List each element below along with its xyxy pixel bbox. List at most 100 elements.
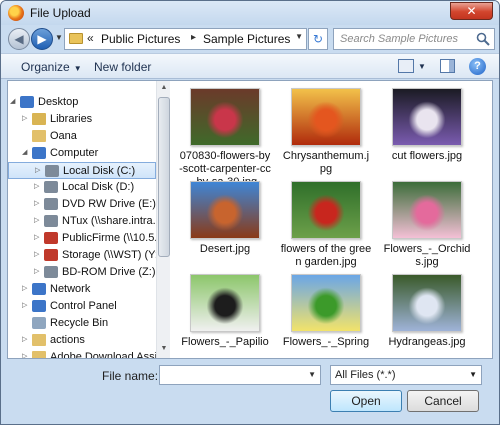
expand-arrow-icon[interactable]: ▷	[34, 233, 39, 241]
address-dropdown-icon[interactable]: ▼	[295, 32, 303, 41]
file-tile[interactable]: Hydrangeas.jpg	[381, 274, 473, 358]
file-tile[interactable]: Flowers_-_Papilio	[179, 274, 271, 358]
file-name-input[interactable]: ▼	[159, 365, 321, 385]
nav-item-actions[interactable]: ▷ actions	[8, 332, 156, 349]
search-placeholder: Search Sample Pictures	[340, 33, 458, 45]
file-tile[interactable]: Desert.jpg	[179, 181, 271, 275]
file-type-dropdown-icon[interactable]: ▼	[469, 370, 477, 379]
expand-arrow-icon[interactable]: ▷	[34, 199, 39, 207]
address-bar[interactable]: « Public Pictures ▸ Sample Pictures ▼	[64, 28, 307, 50]
photo-butterfly-thumbnail	[190, 274, 260, 332]
nav-item-ntux-share-intra-ne[interactable]: ▷ NTux (\\share.intra.ne	[8, 213, 156, 230]
scroll-down-icon[interactable]: ▼	[159, 345, 169, 355]
file-name: Desert.jpg	[199, 243, 251, 255]
file-name: cut flowers.jpg	[391, 150, 463, 162]
nav-item-adobe-download-assist[interactable]: ▷ Adobe Download Assist	[8, 349, 156, 358]
nav-item-label: PublicFirme (\\10.5.0.6	[62, 232, 156, 244]
search-input[interactable]: Search Sample Pictures	[333, 28, 495, 50]
folder-icon	[32, 334, 46, 346]
help-icon[interactable]: ?	[469, 58, 486, 75]
collapse-arrow-icon[interactable]: ◢	[22, 148, 27, 156]
nav-item-label: Desktop	[38, 96, 79, 108]
expand-arrow-icon[interactable]: ▷	[22, 301, 27, 309]
expand-arrow-icon[interactable]: ▷	[35, 166, 40, 174]
preview-pane-icon[interactable]	[440, 59, 455, 73]
search-icon[interactable]	[476, 32, 490, 46]
nav-item-recycle-bin[interactable]: Recycle Bin	[8, 315, 156, 332]
cancel-button[interactable]: Cancel	[407, 390, 479, 412]
breadcrumb-sample-pictures[interactable]: Sample Pictures	[203, 32, 290, 46]
nav-item-label: Recycle Bin	[50, 317, 109, 329]
nav-item-computer[interactable]: ◢ Computer	[8, 145, 156, 162]
nav-item-bd-rom-drive-z[interactable]: ▷ BD-ROM Drive (Z:)	[8, 264, 156, 281]
photo-spring-field-thumbnail	[291, 274, 361, 332]
desktop-icon	[20, 96, 34, 108]
nav-item-network[interactable]: ▷ Network	[8, 281, 156, 298]
breadcrumb-separator-icon[interactable]: ▸	[191, 32, 196, 43]
forward-button[interactable]: ▶	[31, 28, 53, 50]
expand-arrow-icon[interactable]: ▷	[22, 335, 27, 343]
collapse-arrow-icon[interactable]: ◢	[10, 97, 15, 105]
nav-item-control-panel[interactable]: ▷ Control Panel	[8, 298, 156, 315]
disconnected-drive-icon	[44, 249, 58, 261]
close-button[interactable]: ✕	[450, 2, 493, 20]
file-type-select[interactable]: All Files (*.*) ▼	[330, 365, 482, 385]
network-drive-icon	[44, 215, 58, 227]
file-name: Flowers_-_Orchids.jpg	[383, 243, 471, 268]
file-name: Chrysanthemum.jpg	[282, 150, 370, 175]
nav-item-label: Local Disk (C:)	[63, 165, 136, 177]
expand-arrow-icon[interactable]: ▷	[34, 216, 39, 224]
nav-item-dvd-rw-drive-e[interactable]: ▷ DVD RW Drive (E:)	[8, 196, 156, 213]
file-name: Hydrangeas.jpg	[388, 336, 466, 348]
expand-arrow-icon[interactable]: ▷	[22, 114, 27, 122]
nav-item-oana[interactable]: Oana	[8, 128, 156, 145]
photo-cut-flowers-thumbnail	[392, 88, 462, 146]
bd-drive-icon	[44, 266, 58, 278]
back-button[interactable]: ◀	[8, 28, 30, 50]
libraries-icon	[32, 113, 46, 125]
expand-arrow-icon[interactable]: ▷	[22, 284, 27, 292]
network-icon	[32, 283, 46, 295]
nav-item-local-disk-c[interactable]: ▷ Local Disk (C:)	[8, 162, 156, 179]
file-list: 070830-flowers-by-scott-carpenter-cc-by-…	[171, 81, 492, 358]
double-chevron-icon[interactable]: «	[87, 31, 94, 45]
recent-locations-dropdown[interactable]: ▼	[55, 33, 63, 42]
file-tile[interactable]: Flowers_-_Spring	[280, 274, 372, 358]
file-tile[interactable]: Chrysanthemum.jpg	[280, 88, 372, 182]
breadcrumb-public-pictures[interactable]: Public Pictures	[101, 32, 180, 46]
organize-menu[interactable]: Organize ▼	[21, 60, 82, 74]
photo-flowers-bicycle-thumbnail	[190, 88, 260, 146]
view-options-dropdown[interactable]: ▼	[418, 62, 426, 71]
nav-item-label: NTux (\\share.intra.ne	[62, 215, 156, 227]
nav-item-label: Adobe Download Assist	[50, 351, 156, 358]
nav-item-storage-wst-y[interactable]: ▷ Storage (\\WST) (Y:)	[8, 247, 156, 264]
address-row: ◀ ▶ ▼ « Public Pictures ▸ Sample Picture…	[1, 25, 499, 53]
new-folder-button[interactable]: New folder	[94, 60, 151, 74]
expand-arrow-icon[interactable]: ▷	[34, 250, 39, 258]
file-upload-dialog: File Upload ✕ ◀ ▶ ▼ « Public Pictures ▸ …	[0, 0, 500, 425]
nav-item-desktop[interactable]: ◢ Desktop	[8, 94, 156, 111]
file-name-dropdown-icon[interactable]: ▼	[308, 370, 316, 379]
file-tile[interactable]: cut flowers.jpg	[381, 88, 473, 182]
caret-down-icon: ▼	[73, 64, 82, 73]
file-tile[interactable]: flowers of the green garden.jpg	[280, 181, 372, 275]
expand-arrow-icon[interactable]: ▷	[34, 182, 39, 190]
change-view-icon[interactable]	[398, 59, 414, 73]
nav-item-local-disk-d[interactable]: ▷ Local Disk (D:)	[8, 179, 156, 196]
nav-item-publicfirme-10-5-0-6[interactable]: ▷ PublicFirme (\\10.5.0.6	[8, 230, 156, 247]
nav-item-label: Storage (\\WST) (Y:)	[62, 249, 156, 261]
refresh-button[interactable]: ↻	[308, 28, 328, 50]
scroll-thumb[interactable]	[158, 97, 170, 257]
file-tile[interactable]: Flowers_-_Orchids.jpg	[381, 181, 473, 275]
nav-item-label: Computer	[50, 147, 99, 159]
nav-item-libraries[interactable]: ▷ Libraries	[8, 111, 156, 128]
folder-icon	[32, 351, 46, 358]
expand-arrow-icon[interactable]: ▷	[34, 267, 39, 275]
nav-scrollbar[interactable]: ▲ ▼	[156, 81, 170, 358]
toolbar: Organize ▼ New folder ▼ ?	[1, 53, 499, 79]
photo-red-flowers-thumbnail	[291, 181, 361, 239]
expand-arrow-icon[interactable]: ▷	[22, 352, 27, 358]
scroll-up-icon[interactable]: ▲	[159, 84, 169, 94]
open-button[interactable]: Open	[330, 390, 402, 412]
file-tile[interactable]: 070830-flowers-by-scott-carpenter-cc-by-…	[179, 88, 271, 188]
